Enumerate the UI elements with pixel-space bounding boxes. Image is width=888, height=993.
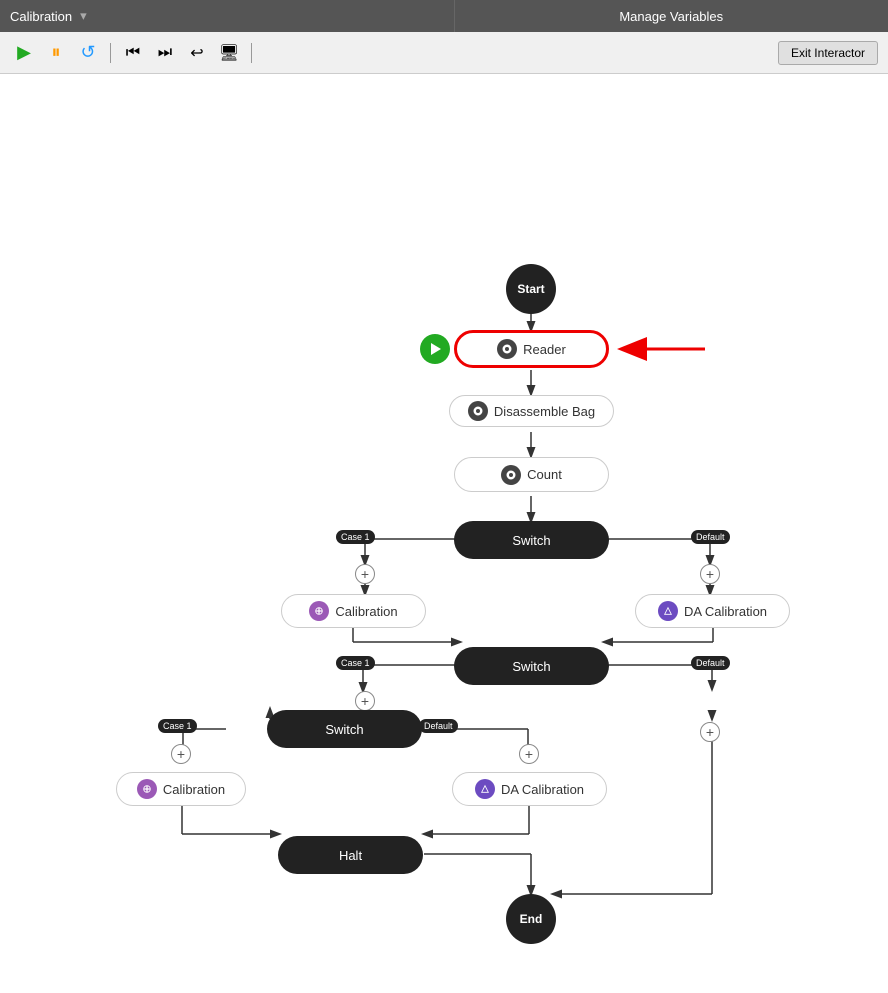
exit-interactor-button[interactable]: Exit Interactor — [778, 41, 878, 65]
app-header: Calibration ▾ Manage Variables — [0, 0, 888, 32]
case1-label-sw3: Case 1 — [158, 719, 197, 733]
flow-canvas: Start Reader Disassemble Bag Count Swi — [0, 74, 888, 993]
separator2 — [251, 43, 252, 63]
add-case1-sw2[interactable]: + — [355, 691, 375, 711]
disassemble-bag-node[interactable]: Disassemble Bag — [449, 395, 614, 427]
toolbar: ▶ ⏸ ↺ ⏮ ⏭ ↩ 🖥 Exit Interactor — [0, 32, 888, 74]
red-arrow — [615, 330, 715, 368]
reader-icon — [497, 339, 517, 359]
reader-node[interactable]: Reader — [454, 330, 609, 368]
header-title: Calibration — [10, 9, 72, 24]
switch1-node[interactable]: Switch — [454, 521, 609, 559]
calibration2-node[interactable]: Calibration — [116, 772, 246, 806]
da2-icon — [475, 779, 495, 799]
default-label-sw2: Default — [691, 656, 730, 670]
da-calibration1-node[interactable]: DA Calibration — [635, 594, 790, 628]
step-back-button[interactable]: ↩ — [183, 39, 211, 67]
count-icon — [501, 465, 521, 485]
step-into-button[interactable]: ⏮ — [119, 39, 147, 67]
calibration1-node[interactable]: Calibration — [281, 594, 426, 628]
switch2-node[interactable]: Switch — [454, 647, 609, 685]
add-case1-sw1[interactable]: + — [355, 564, 375, 584]
halt-node[interactable]: Halt — [278, 836, 423, 874]
reader-play-badge — [420, 334, 450, 364]
end-node[interactable]: End — [506, 894, 556, 944]
calib1-icon — [309, 601, 329, 621]
case1-label-sw1: Case 1 — [336, 530, 375, 544]
add-default-sw3[interactable]: + — [519, 744, 539, 764]
arrows-svg — [0, 74, 888, 993]
calib2-icon — [137, 779, 157, 799]
da-calibration2-node[interactable]: DA Calibration — [452, 772, 607, 806]
disassemble-icon — [468, 401, 488, 421]
da1-icon — [658, 601, 678, 621]
default-label-sw1: Default — [691, 530, 730, 544]
default-label-sw3: Default — [419, 719, 458, 733]
manage-variables-button[interactable]: Manage Variables — [455, 0, 888, 32]
refresh-button[interactable]: ↺ — [74, 39, 102, 67]
switch3-node[interactable]: Switch — [267, 710, 422, 748]
add-case1-sw3[interactable]: + — [171, 744, 191, 764]
separator1 — [110, 43, 111, 63]
add-default-sw1[interactable]: + — [700, 564, 720, 584]
pause-button[interactable]: ⏸ — [42, 39, 70, 67]
calibration-selector[interactable]: Calibration ▾ — [0, 0, 455, 32]
play-button[interactable]: ▶ — [10, 39, 38, 67]
count-node[interactable]: Count — [454, 457, 609, 492]
case1-label-sw2: Case 1 — [336, 656, 375, 670]
add-default-sw2[interactable]: + — [700, 722, 720, 742]
step-over-button[interactable]: ⏭ — [151, 39, 179, 67]
start-node[interactable]: Start — [506, 264, 556, 314]
camera-button[interactable]: 🖥 — [215, 39, 243, 67]
